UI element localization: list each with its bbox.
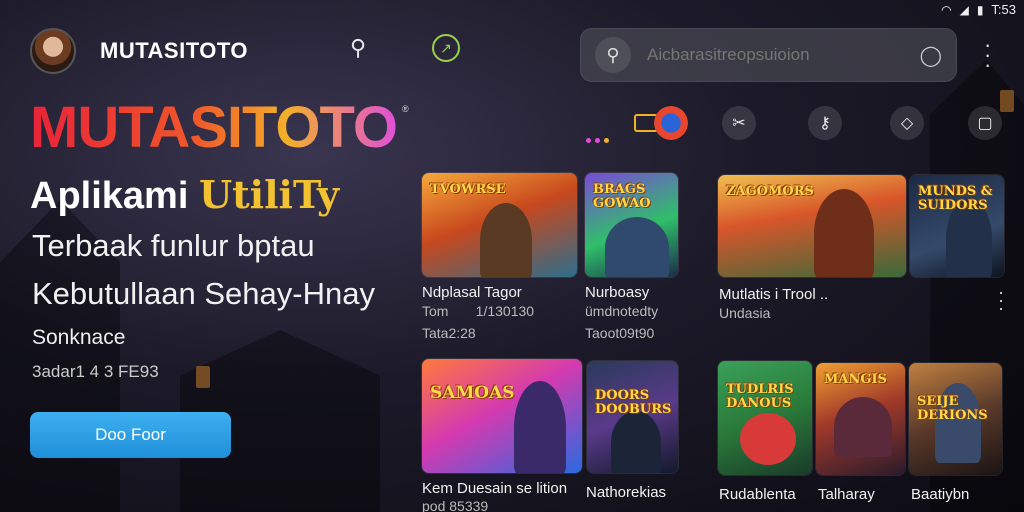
hero-tagline-2: Kebutullaan Sehay-Hnay xyxy=(32,276,375,311)
game-meta: pod 85339 xyxy=(422,498,489,512)
game-card[interactable]: ZAGOMORS xyxy=(717,174,907,278)
search-bar[interactable]: ⚲ ◯ xyxy=(580,28,957,82)
hero-headline: Aplikami UtiliTy xyxy=(30,172,339,218)
game-art: MUNDS & SUIDORS xyxy=(910,175,1004,277)
game-art: BRAGS GOWAO xyxy=(585,173,678,277)
hero-meta: 3adar1 4 3 FE93 xyxy=(32,362,159,381)
search-icon[interactable]: ⚲ xyxy=(344,34,372,62)
wifi-icon: ◠ xyxy=(941,2,952,17)
game-card[interactable]: MANGIS xyxy=(815,362,906,476)
signal-icon: ◢ xyxy=(959,2,969,17)
character-figure xyxy=(605,217,669,277)
character-figure xyxy=(480,203,532,277)
hero-subtitle: Sonknace xyxy=(32,326,126,349)
game-art: SEIJE DERIONS xyxy=(909,363,1002,475)
game-card[interactable]: SAMOAS xyxy=(421,358,583,474)
character-figure xyxy=(834,397,892,457)
hero-tagline-1: Terbaak funlur bptau xyxy=(32,228,315,263)
search-icon[interactable]: ⚲ xyxy=(595,37,631,73)
window-light xyxy=(196,366,210,388)
game-card[interactable]: TUDLRIS DANOUS xyxy=(717,360,813,476)
game-title[interactable]: Ndplasal Tagor xyxy=(422,284,522,301)
game-card[interactable]: TVOWRSE xyxy=(421,172,578,278)
category-orb-icon[interactable] xyxy=(654,106,688,140)
game-title[interactable]: Nathorekias xyxy=(586,484,666,501)
status-time: T:53 xyxy=(991,2,1016,17)
game-art: MANGIS xyxy=(816,363,905,475)
registered-mark: ® xyxy=(402,104,409,114)
hero-headline-accent: UtiliTy xyxy=(198,172,340,217)
game-art-title: DOORS DOOBURS xyxy=(595,388,672,417)
key-icon[interactable]: ⚷ xyxy=(808,106,842,140)
hero-logo: MUTASITOTO xyxy=(30,95,398,160)
dot xyxy=(604,138,609,143)
game-meta: ümdnotedty xyxy=(585,303,659,319)
brand-name: MUTASITOTO xyxy=(100,38,248,63)
game-art-title: MUNDS & SUIDORS xyxy=(918,184,993,213)
game-art-title: MANGIS xyxy=(824,372,887,387)
kebab-menu-icon[interactable]: · · · xyxy=(984,34,991,76)
mic-icon[interactable]: ◯ xyxy=(920,43,942,68)
window-light xyxy=(1000,90,1014,112)
game-meta: Tata2:28 xyxy=(422,325,476,341)
game-art: DOORS DOOBURS xyxy=(587,361,678,473)
character-figure xyxy=(740,413,796,465)
game-art-title: SAMOAS xyxy=(430,383,515,403)
game-art-title: ZAGOMORS xyxy=(726,184,814,199)
search-input[interactable] xyxy=(647,45,904,65)
game-card[interactable]: MUNDS & SUIDORS xyxy=(909,174,1005,278)
game-meta: Taoot09t90 xyxy=(585,325,655,341)
character-figure xyxy=(611,411,661,473)
game-title[interactable]: Mutlatis i Trool .. xyxy=(719,286,828,303)
download-button[interactable]: Doo Foor xyxy=(30,412,231,458)
shield-icon[interactable]: ◇ xyxy=(890,106,924,140)
game-title[interactable]: Talharay xyxy=(818,486,875,503)
game-card[interactable]: SEIJE DERIONS xyxy=(908,362,1003,476)
game-art-title: SEIJE DERIONS xyxy=(917,394,988,423)
game-title[interactable]: Nurboasy xyxy=(585,284,649,301)
dot xyxy=(595,138,600,143)
character-figure xyxy=(514,381,566,473)
game-art: TUDLRIS DANOUS xyxy=(718,361,812,475)
game-card[interactable]: BRAGS GOWAO xyxy=(584,172,679,278)
game-meta: Undasia xyxy=(719,305,771,321)
game-art: SAMOAS xyxy=(422,359,582,473)
game-art: TVOWRSE xyxy=(422,173,577,277)
game-art: ZAGOMORS xyxy=(718,175,906,277)
game-title[interactable]: Baatiybn xyxy=(911,486,969,503)
tools-icon[interactable]: ✂ xyxy=(722,106,756,140)
hero-headline-main: Aplikami xyxy=(30,175,199,217)
dot xyxy=(586,138,591,143)
compass-icon[interactable]: ↗ xyxy=(432,34,460,62)
status-bar: ◠ ◢ ▮ T:53 xyxy=(941,2,1016,17)
game-meta: Tom 1/130130 xyxy=(422,303,535,319)
card-kebab-icon[interactable]: · · · xyxy=(998,283,1004,317)
avatar[interactable] xyxy=(30,28,76,74)
game-card[interactable]: DOORS DOOBURS xyxy=(586,360,679,474)
battery-icon: ▮ xyxy=(976,2,984,17)
page-dots xyxy=(586,138,609,143)
chat-icon[interactable]: ▢ xyxy=(968,106,1002,140)
game-title[interactable]: Rudablenta xyxy=(719,486,796,503)
character-figure xyxy=(814,189,874,277)
game-art-title: BRAGS GOWAO xyxy=(593,182,651,211)
game-art-title: TVOWRSE xyxy=(430,182,506,197)
game-art-title: TUDLRIS DANOUS xyxy=(726,382,794,411)
game-title[interactable]: Kem Duesain se lition xyxy=(422,480,567,497)
